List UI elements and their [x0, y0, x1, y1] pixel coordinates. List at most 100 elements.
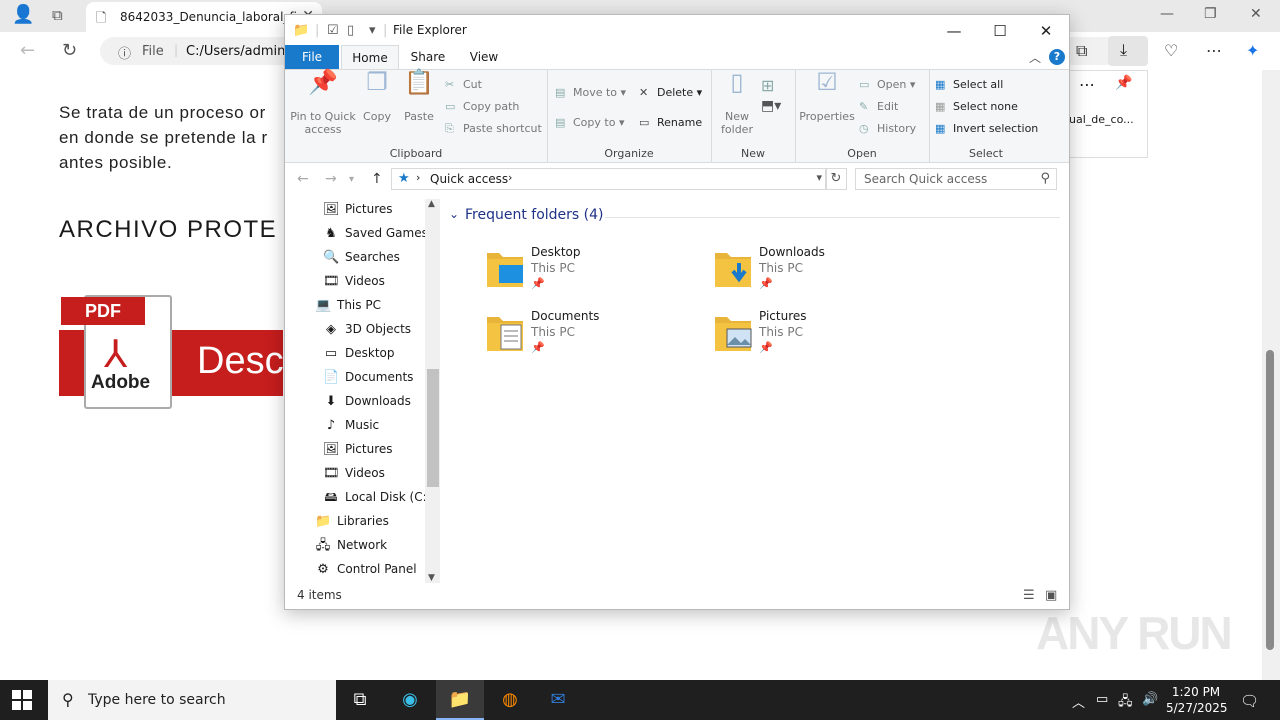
nav-item[interactable]: 🖧 Network	[315, 533, 387, 557]
nav-item[interactable]: 🖴 Local Disk (C:)	[323, 485, 431, 509]
performance-icon[interactable]: ♡	[1164, 41, 1178, 60]
show-hidden-icons-icon[interactable]: ︿	[1072, 692, 1085, 711]
nav-item[interactable]: ♪ Music	[323, 413, 379, 437]
refresh-button[interactable]: ↻	[825, 168, 847, 190]
select-none-button[interactable]: ▦ Select none	[935, 100, 1018, 113]
download-item-name[interactable]: ual_de_co...	[1069, 113, 1134, 126]
nav-item[interactable]: ◈ 3D Objects	[323, 317, 411, 341]
nav-item[interactable]: 📄 Documents	[323, 365, 413, 389]
nav-item[interactable]: 🖼 Pictures	[323, 197, 393, 221]
new-folder-button[interactable]: ▯ New folder	[715, 70, 759, 136]
restore-icon[interactable]: ❐	[1204, 6, 1217, 22]
invert-selection-button[interactable]: ▦ Invert selection	[935, 122, 1038, 135]
more-icon[interactable]: ⋯	[1206, 41, 1222, 60]
taskbar-search-box[interactable]: ⚲ Type here to search	[48, 680, 336, 720]
downloads-icon: ⬇	[325, 394, 337, 409]
tab-actions-icon[interactable]: ⧉	[52, 6, 63, 24]
outlook-taskbar-icon[interactable]: ✉	[534, 680, 582, 720]
search-box[interactable]: Search Quick access ⚲	[855, 168, 1057, 190]
system-clock[interactable]: 1:20 PM 5/27/2025	[1166, 684, 1228, 716]
tab-view[interactable]: View	[459, 45, 509, 69]
explorer-maximize-button[interactable]: ☐	[977, 19, 1023, 43]
network-tray-icon[interactable]: 🖧	[1118, 692, 1133, 714]
breadcrumb-quick-access[interactable]: Quick access	[430, 172, 508, 186]
large-icons-view-icon[interactable]: ▣	[1045, 588, 1057, 603]
nav-item[interactable]: 🎞 Videos	[323, 461, 385, 485]
edit-button[interactable]: ✎ Edit	[859, 100, 898, 113]
task-view-icon[interactable]: ⧉	[336, 680, 384, 720]
open-button[interactable]: ▭ Open ▾	[859, 78, 915, 91]
new-item-icon[interactable]: ⊞	[761, 76, 774, 95]
close-icon[interactable]: ✕	[1250, 6, 1262, 22]
folder-tile[interactable]: Pictures This PC 📌	[713, 309, 933, 365]
edge-taskbar-icon[interactable]: ◉	[386, 680, 434, 720]
back-icon[interactable]: ←	[20, 40, 35, 61]
address-dropdown-icon[interactable]: ▾	[816, 171, 822, 184]
delete-button[interactable]: ✕ Delete ▾	[639, 86, 702, 99]
nav-item[interactable]: ⚙ Control Panel	[315, 557, 416, 581]
file-explorer-taskbar-icon[interactable]: 📁	[436, 680, 484, 720]
back-icon[interactable]: ←	[297, 171, 309, 187]
tab-share[interactable]: Share	[403, 45, 453, 69]
collapse-ribbon-icon[interactable]: ︿	[1029, 49, 1041, 66]
forward-icon[interactable]: →	[325, 171, 337, 187]
rename-button[interactable]: ▭ Rename	[639, 116, 702, 129]
nav-item[interactable]: 🔍 Searches	[323, 245, 400, 269]
nav-item[interactable]: 🖼 Pictures	[323, 437, 393, 461]
volume-icon[interactable]: 🔊	[1142, 692, 1158, 707]
properties-button[interactable]: ☑ Properties	[799, 70, 855, 123]
nav-item[interactable]: 🎞 Videos	[323, 269, 385, 293]
explorer-close-button[interactable]: ✕	[1023, 19, 1069, 43]
refresh-icon[interactable]: ↻	[62, 40, 77, 61]
recent-locations-icon[interactable]: ▾	[349, 174, 354, 185]
collections-icon[interactable]: ⧉	[1076, 41, 1087, 61]
collapse-section-icon[interactable]: ⌄	[449, 207, 459, 221]
up-icon[interactable]: ↑	[371, 171, 383, 187]
paste-button[interactable]: 📋 Paste	[401, 70, 437, 123]
battery-icon[interactable]: ▭	[1096, 692, 1108, 707]
nav-item[interactable]: ♞ Saved Games	[323, 221, 428, 245]
minimize-icon[interactable]: —	[1160, 6, 1174, 22]
properties-qat-icon[interactable]: ☑	[327, 23, 339, 38]
address-box[interactable]: ★ › Quick access › ▾	[391, 168, 827, 190]
paste-shortcut-button[interactable]: ⎘ Paste shortcut	[445, 122, 542, 136]
pin-icon[interactable]: 📌	[1115, 75, 1132, 91]
details-view-icon[interactable]: ☰	[1023, 588, 1035, 603]
search-icon: ⚲	[1040, 171, 1050, 186]
nav-item[interactable]: ⬇ Downloads	[323, 389, 411, 413]
firefox-taskbar-icon[interactable]: ◍	[486, 680, 534, 720]
profile-icon[interactable]: 👤	[12, 4, 34, 25]
copy-to-button[interactable]: ▤ Copy to ▾	[555, 116, 624, 129]
cut-button[interactable]: ✂ Cut	[445, 78, 482, 91]
notification-icon[interactable]: 🗨	[1240, 692, 1259, 710]
scroll-down-icon[interactable]: ▼	[428, 573, 435, 583]
easy-access-icon[interactable]: ⬒▾	[761, 98, 781, 114]
folder-tile[interactable]: Desktop This PC 📌	[485, 245, 705, 301]
scroll-up-icon[interactable]: ▲	[428, 199, 435, 209]
more-options-icon[interactable]: ⋯	[1079, 75, 1095, 94]
tab-file[interactable]: File	[285, 45, 339, 69]
explorer-minimize-button[interactable]: —	[931, 19, 977, 43]
nav-item[interactable]: ▭ Desktop	[323, 341, 395, 365]
nav-item[interactable]: 💻 This PC	[315, 293, 381, 317]
move-to-button[interactable]: ▤ Move to ▾	[555, 86, 626, 99]
downloads-button[interactable]: ⤓	[1108, 36, 1148, 66]
qat-dropdown-icon[interactable]: ▾	[369, 23, 376, 38]
help-icon[interactable]: ?	[1049, 49, 1065, 65]
frequent-folders-heading[interactable]: Frequent folders (4)	[465, 207, 604, 223]
copy-path-button[interactable]: ▭ Copy path	[445, 100, 519, 113]
breadcrumb-chevron[interactable]: ›	[508, 171, 512, 184]
nav-item[interactable]: 📁 Libraries	[315, 509, 389, 533]
nav-pane-scroll-thumb[interactable]	[427, 369, 439, 487]
folder-tile[interactable]: Documents This PC 📌	[485, 309, 705, 365]
start-windows-icon[interactable]	[12, 690, 32, 710]
folder-tile[interactable]: Downloads This PC 📌	[713, 245, 933, 301]
history-button[interactable]: ◷ History	[859, 122, 916, 135]
pin-to-quick-access-button[interactable]: 📌 Pin to Quick access	[289, 70, 357, 136]
select-all-button[interactable]: ▦ Select all	[935, 78, 1003, 91]
new-folder-qat-icon[interactable]: ▯	[347, 23, 354, 38]
tab-home[interactable]: Home	[341, 45, 399, 70]
page-scrollbar-thumb[interactable]	[1266, 350, 1274, 650]
copy-button[interactable]: ❐ Copy	[359, 70, 395, 123]
copilot-icon[interactable]: ✦	[1246, 41, 1259, 60]
